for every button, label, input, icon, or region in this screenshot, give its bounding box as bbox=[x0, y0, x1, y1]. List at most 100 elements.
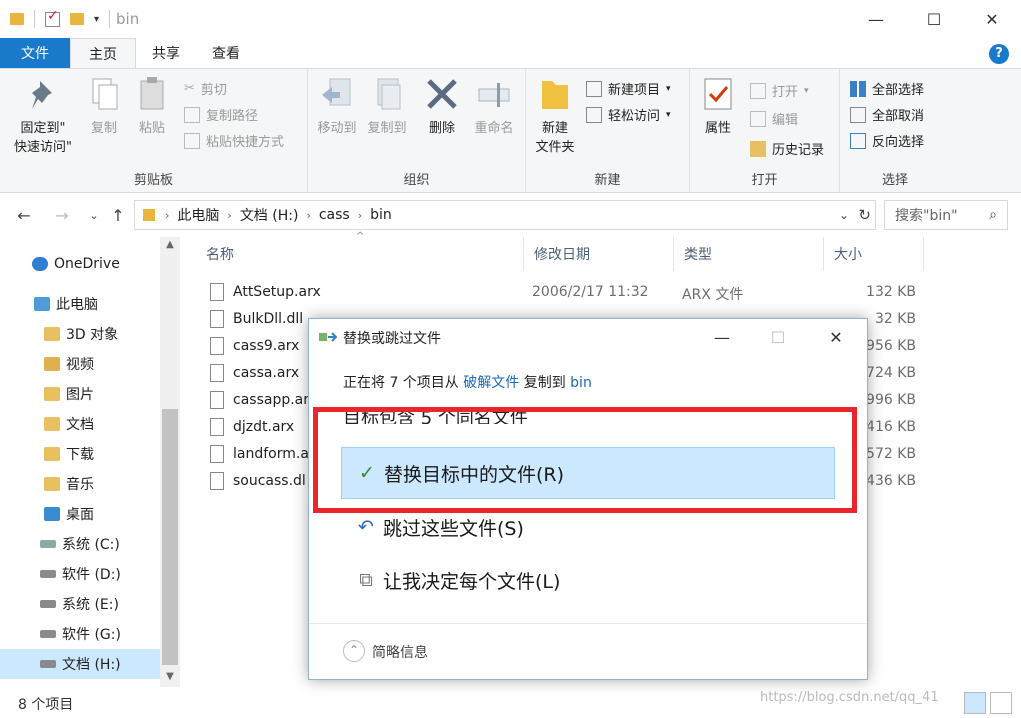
tab-home[interactable]: 主页 bbox=[70, 38, 136, 68]
large-icons-view-button[interactable] bbox=[990, 692, 1012, 714]
customize-dropdown-icon[interactable]: ▾ bbox=[94, 14, 99, 25]
nav-item-this-pc[interactable]: 此电脑 bbox=[0, 289, 160, 319]
nav-item-onedrive[interactable]: OneDrive bbox=[0, 249, 160, 279]
rename-button[interactable]: 重命名 bbox=[468, 75, 520, 138]
help-icon[interactable]: ? bbox=[989, 44, 1009, 64]
nav-item-desktop[interactable]: 桌面 bbox=[0, 499, 160, 529]
nav-item-3d-objects[interactable]: 3D 对象 bbox=[0, 319, 160, 349]
file-name: BulkDll.dll bbox=[233, 311, 304, 327]
paste-shortcut-button[interactable]: 粘贴快捷方式 bbox=[184, 131, 284, 150]
select-group: 全部选择 全部取消 反向选择 选择 bbox=[840, 69, 950, 192]
history-label: 历史记录 bbox=[772, 143, 825, 158]
fewer-details-button[interactable]: 简略信息 bbox=[372, 642, 428, 662]
easy-access-button[interactable]: 轻松访问 ▾ bbox=[586, 105, 671, 124]
source-folder-link[interactable]: 破解文件 bbox=[463, 375, 519, 391]
nav-item-drive-e[interactable]: 系统 (E:) bbox=[0, 589, 160, 619]
divider bbox=[34, 10, 35, 28]
address-bar[interactable]: › 此电脑 › 文档 (H:) › cass › bin ⌄ ↻ bbox=[134, 200, 876, 230]
file-row[interactable]: AttSetup.arx 2006/2/17 11:32 ARX 文件 132 KB bbox=[206, 279, 926, 306]
chevron-up-icon[interactable]: ⌃ bbox=[343, 640, 365, 662]
paste-button[interactable]: 粘贴 bbox=[132, 75, 172, 138]
select-none-button[interactable]: 全部取消 bbox=[850, 105, 924, 124]
up-button[interactable]: ↑ bbox=[106, 201, 130, 229]
open-button[interactable]: 打开 ▾ bbox=[750, 81, 809, 100]
option-label: 跳过这些文件(S) bbox=[383, 517, 524, 540]
edit-button[interactable]: 编辑 bbox=[750, 109, 798, 128]
new-item-button[interactable]: 新建项目 ▾ bbox=[586, 79, 671, 98]
tab-share[interactable]: 共享 bbox=[136, 38, 196, 68]
nav-item-drive-h[interactable]: 文档 (H:) bbox=[0, 649, 160, 679]
move-to-button[interactable]: 移动到 bbox=[312, 75, 362, 138]
nav-item-drive-g[interactable]: 软件 (G:) bbox=[0, 619, 160, 649]
file-icon bbox=[210, 337, 224, 355]
crumb-separator: › bbox=[306, 208, 311, 222]
properties-button[interactable]: 属性 bbox=[696, 75, 740, 138]
file-name: AttSetup.arx bbox=[233, 284, 321, 300]
delete-button[interactable]: 删除 bbox=[422, 75, 462, 138]
nav-item-music[interactable]: 音乐 bbox=[0, 469, 160, 499]
nav-item-pictures[interactable]: 图片 bbox=[0, 379, 160, 409]
cut-button[interactable]: ✂ 剪切 bbox=[184, 79, 227, 98]
crumb-drive-h[interactable]: 文档 (H:) bbox=[234, 205, 305, 225]
nav-label: 软件 (G:) bbox=[62, 627, 121, 643]
easy-access-label: 轻松访问 bbox=[608, 109, 661, 124]
column-header-size[interactable]: 大小 bbox=[824, 237, 924, 271]
window-title: bin bbox=[116, 10, 140, 28]
details-view-button[interactable] bbox=[964, 692, 986, 714]
destination-folder-link[interactable]: bin bbox=[570, 375, 592, 391]
maximize-button[interactable]: ☐ bbox=[905, 0, 963, 38]
refresh-icon[interactable]: ↻ bbox=[858, 206, 871, 224]
minimize-button[interactable]: — bbox=[847, 0, 905, 38]
column-header-date[interactable]: 修改日期 bbox=[524, 237, 674, 271]
forward-button[interactable]: → bbox=[50, 201, 74, 229]
copy-button[interactable]: 复制 bbox=[84, 75, 124, 138]
history-button[interactable]: 历史记录 bbox=[750, 139, 824, 158]
properties-label: 属性 bbox=[704, 121, 731, 136]
nav-item-downloads[interactable]: 下载 bbox=[0, 439, 160, 469]
tab-view[interactable]: 查看 bbox=[196, 38, 256, 68]
nav-scrollbar[interactable]: ▲ ▼ bbox=[160, 237, 180, 687]
dialog-maximize-button[interactable]: ☐ bbox=[755, 319, 801, 355]
search-input[interactable]: 搜索"bin" ⌕ bbox=[884, 200, 1008, 230]
new-folder-icon[interactable] bbox=[70, 13, 84, 25]
decide-each-file-option[interactable]: ⧉ 让我决定每个文件(L) bbox=[341, 554, 835, 606]
pin-to-quick-access-button[interactable]: 固定到" 快速访问" bbox=[8, 75, 78, 157]
invert-selection-button[interactable]: 反向选择 bbox=[850, 131, 924, 150]
copy-label: 复制 bbox=[90, 121, 117, 136]
ribbon: 固定到" 快速访问" 复制 粘贴 ✂ 剪切 复制路径 粘贴快捷方式 剪贴板 移动到 bbox=[0, 68, 1021, 193]
back-button[interactable]: ← bbox=[12, 201, 36, 229]
recent-locations-button[interactable]: ⌄ bbox=[82, 201, 106, 229]
address-dropdown-icon[interactable]: ⌄ bbox=[839, 208, 849, 222]
title-bar: ▾ bin — ☐ ✕ bbox=[0, 0, 1021, 38]
column-header-type[interactable]: 类型 bbox=[674, 237, 824, 271]
scroll-down-arrow[interactable]: ▼ bbox=[160, 671, 180, 682]
file-icon bbox=[210, 418, 224, 436]
scrollbar-thumb[interactable] bbox=[162, 409, 178, 665]
crumb-bin[interactable]: bin bbox=[364, 207, 398, 223]
close-button[interactable]: ✕ bbox=[963, 0, 1021, 38]
dialog-close-button[interactable]: ✕ bbox=[813, 319, 859, 355]
paste-label: 粘贴 bbox=[138, 121, 165, 136]
copy-to-button[interactable]: 复制到 bbox=[362, 75, 412, 138]
drive-icon bbox=[40, 570, 56, 578]
nav-item-documents[interactable]: 文档 bbox=[0, 409, 160, 439]
open-group-label: 打开 bbox=[751, 173, 778, 188]
properties-icon[interactable] bbox=[45, 8, 60, 27]
crumb-cass[interactable]: cass bbox=[313, 207, 356, 223]
dll-file-icon bbox=[210, 472, 224, 490]
column-header-name[interactable]: 名称 bbox=[196, 237, 524, 271]
tab-file[interactable]: 文件 bbox=[0, 38, 70, 68]
nav-item-videos[interactable]: 视频 bbox=[0, 349, 160, 379]
nav-item-drive-c[interactable]: 系统 (C:) bbox=[0, 529, 160, 559]
crumb-separator: › bbox=[357, 208, 363, 222]
history-icon bbox=[750, 140, 766, 157]
dialog-footer: ⌃ 简略信息 bbox=[309, 623, 867, 679]
select-all-button[interactable]: 全部选择 bbox=[850, 79, 924, 98]
copy-path-button[interactable]: 复制路径 bbox=[184, 105, 258, 124]
crumb-this-pc[interactable]: 此电脑 bbox=[171, 205, 225, 225]
computer-icon bbox=[34, 297, 50, 311]
new-folder-button[interactable]: 新建 文件夹 bbox=[532, 75, 578, 157]
scroll-up-arrow[interactable]: ▲ bbox=[160, 239, 180, 250]
dialog-minimize-button[interactable]: — bbox=[699, 319, 745, 355]
nav-item-drive-d[interactable]: 软件 (D:) bbox=[0, 559, 160, 589]
